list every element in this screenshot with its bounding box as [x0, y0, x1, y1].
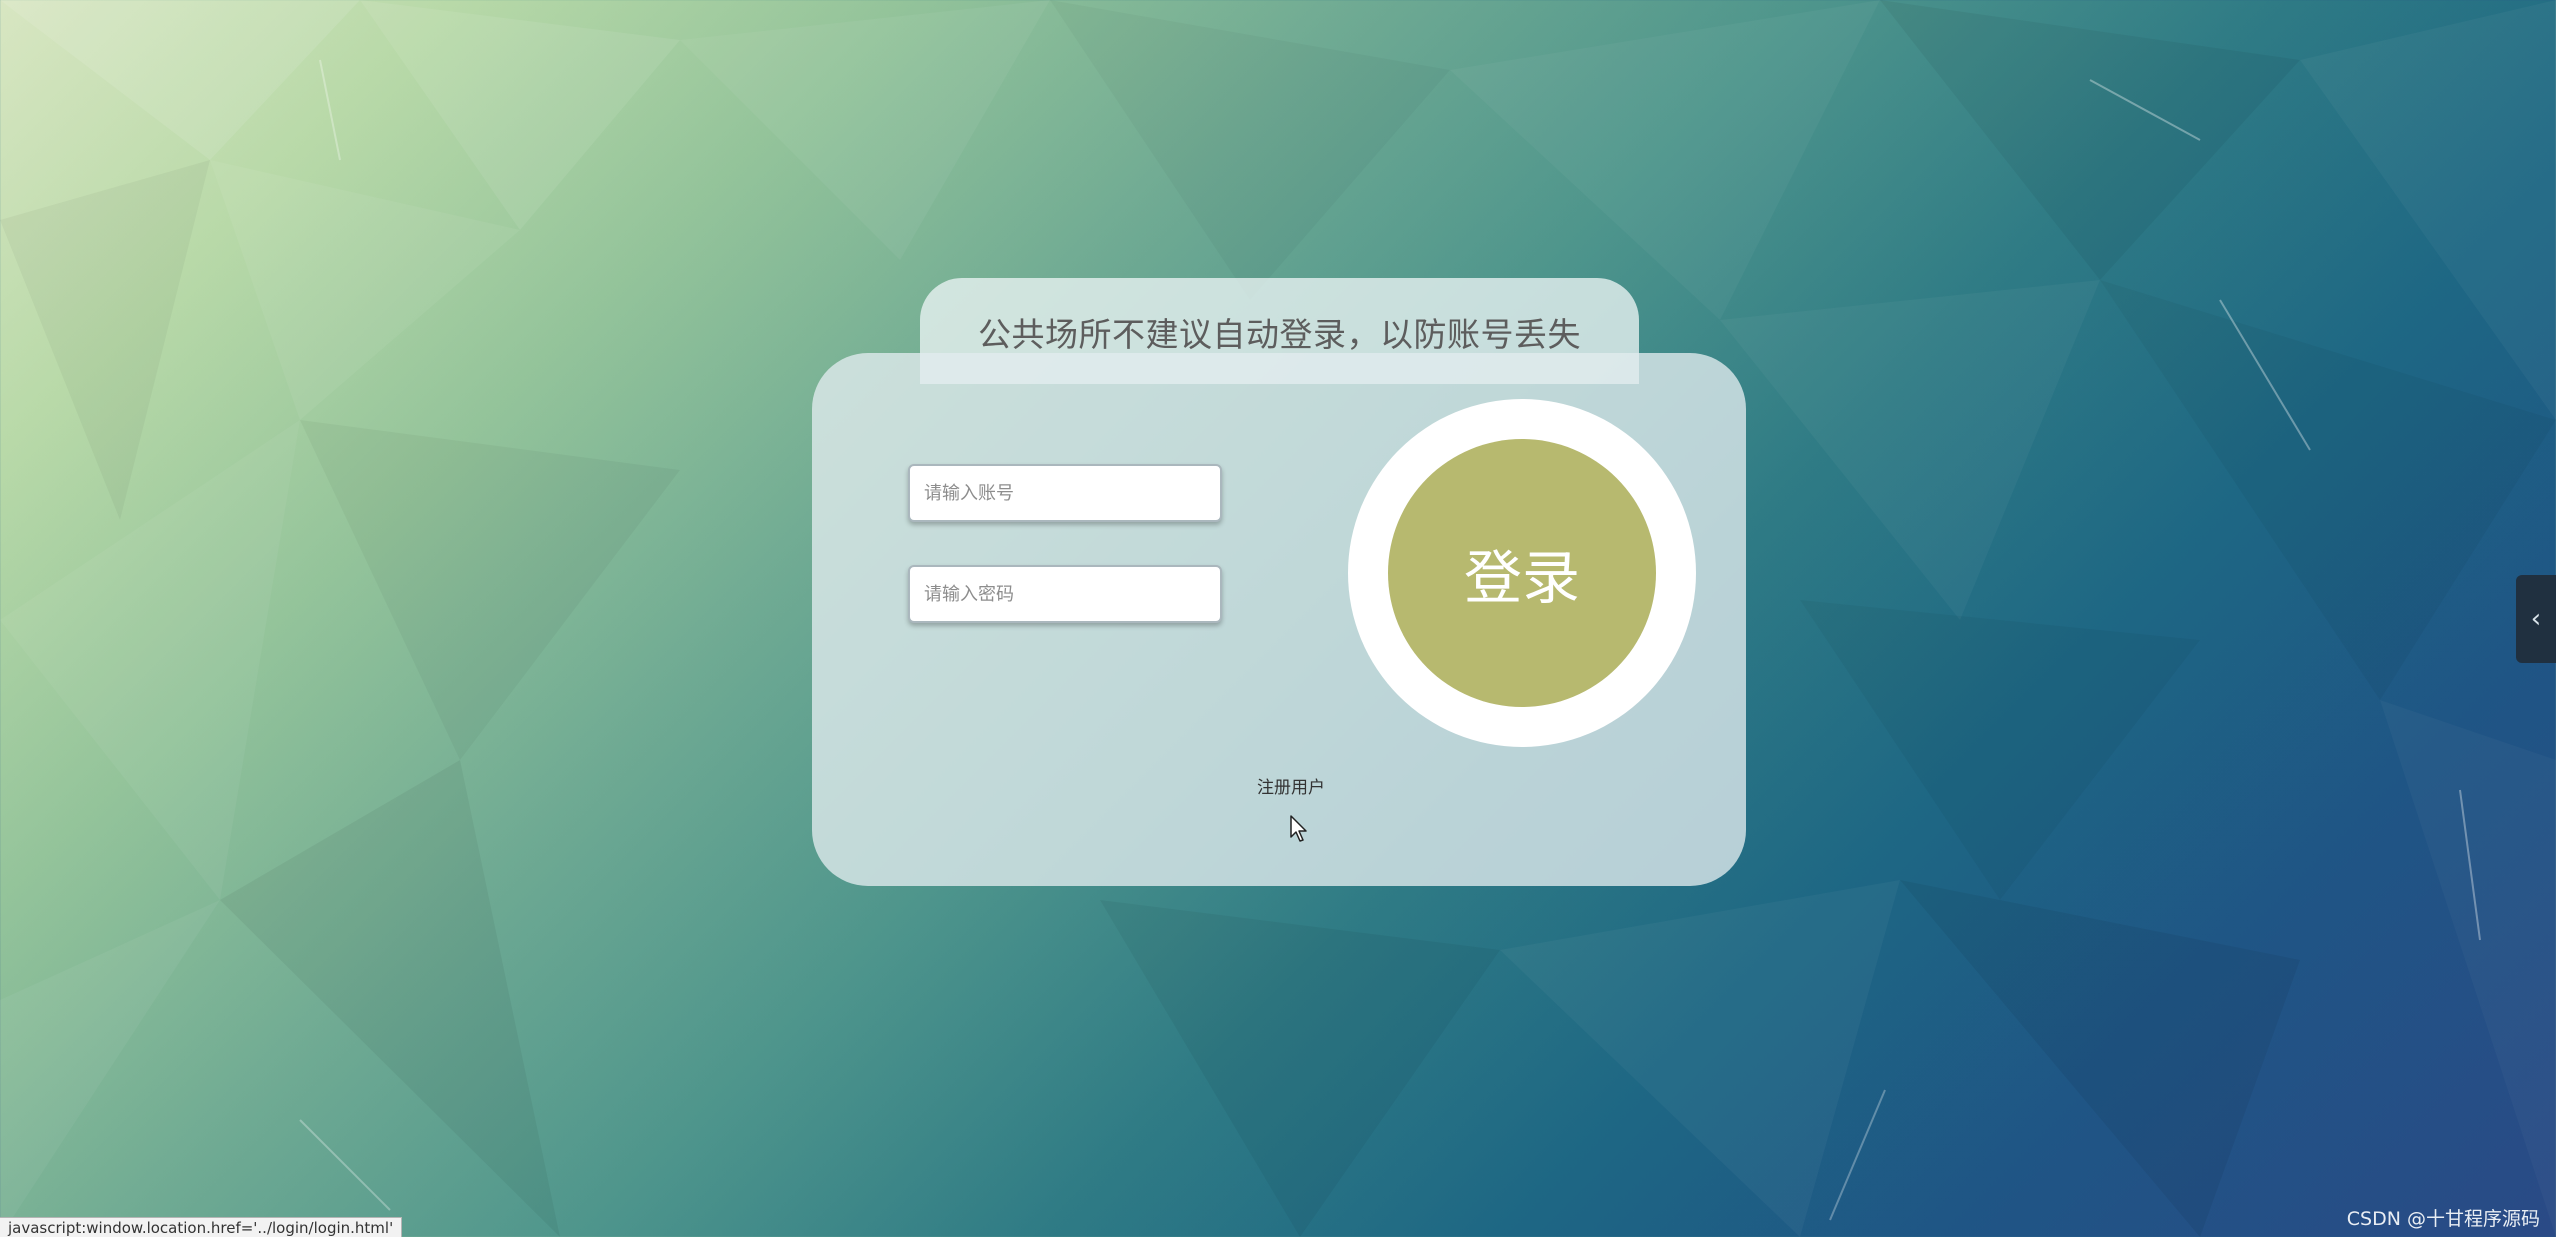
register-link[interactable]: 注册用户	[1257, 773, 1325, 798]
login-panel: 登录 注册用户	[812, 353, 1746, 886]
login-button[interactable]: 登录	[1388, 439, 1656, 707]
side-panel-toggle[interactable]: ‹	[2516, 575, 2556, 663]
mouse-cursor-icon	[1290, 815, 1307, 842]
browser-status-bar: javascript:window.location.href='../logi…	[0, 1217, 403, 1237]
login-button-ring: 登录	[1348, 399, 1696, 747]
username-input[interactable]	[908, 464, 1222, 522]
tip-text: 公共场所不建议自动登录，以防账号丢失	[978, 315, 1581, 354]
chevron-left-icon: ‹	[2530, 604, 2542, 634]
password-input[interactable]	[908, 565, 1222, 623]
watermark: CSDN @十甘程序源码	[2346, 1208, 2540, 1230]
